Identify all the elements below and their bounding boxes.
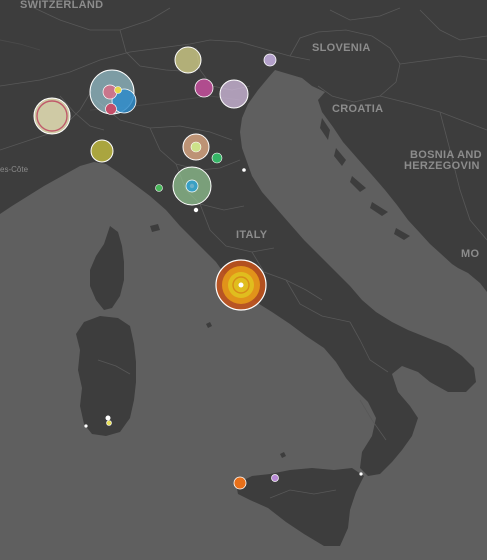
label-italy: ITALY xyxy=(236,229,268,241)
sardinia-marker-b[interactable] xyxy=(106,420,112,426)
label-montenegro-partial: MO xyxy=(461,248,479,260)
sardinia-marker-c[interactable] xyxy=(84,424,88,428)
udine-marker[interactable] xyxy=(263,53,277,67)
pisa-marker[interactable] xyxy=(155,184,163,192)
genoa-marker[interactable] xyxy=(90,139,114,163)
messina-marker[interactable] xyxy=(359,472,363,476)
label-cote: es-Côte xyxy=(0,165,29,174)
verona-marker[interactable] xyxy=(194,78,214,98)
label-slovenia: SLOVENIA xyxy=(312,42,371,54)
rome-cluster[interactable] xyxy=(215,259,267,311)
siena-marker[interactable] xyxy=(193,207,199,213)
map-container[interactable]: SWITZERLAND SLOVENIA CROATIA BOSNIA AND … xyxy=(0,0,487,560)
label-bosnia-line2: HERZEGOVIN xyxy=(404,160,480,172)
ravenna-marker[interactable] xyxy=(211,152,223,164)
map-canvas[interactable]: SWITZERLAND SLOVENIA CROATIA BOSNIA AND … xyxy=(0,0,487,560)
bergamo-marker[interactable] xyxy=(174,46,202,74)
turin-cluster[interactable] xyxy=(33,97,71,135)
venice-marker[interactable] xyxy=(219,79,249,109)
sardinia-marker-a[interactable] xyxy=(105,415,111,421)
label-croatia: CROATIA xyxy=(332,103,383,115)
florence-cluster[interactable] xyxy=(172,166,212,206)
bologna-marker[interactable] xyxy=(182,133,210,161)
ancona-marker[interactable] xyxy=(242,168,246,172)
palermo-marker[interactable] xyxy=(271,474,279,482)
label-switzerland: SWITZERLAND xyxy=(20,0,103,11)
trapani-marker[interactable] xyxy=(233,476,247,490)
